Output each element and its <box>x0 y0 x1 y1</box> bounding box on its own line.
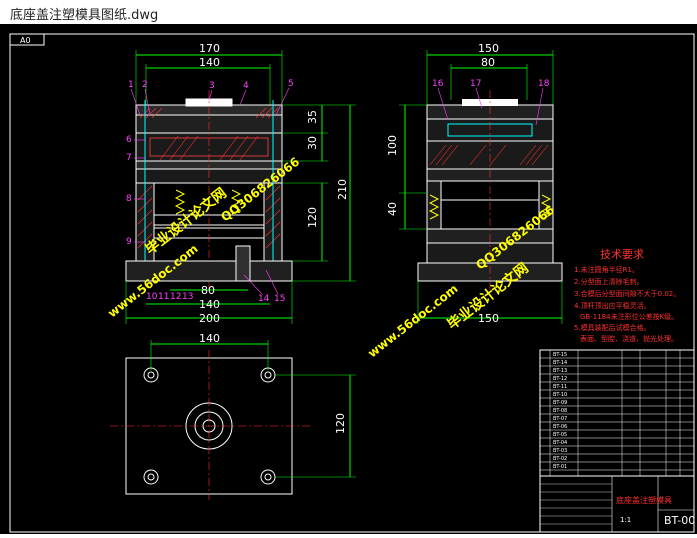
tech-line-6: 5.模具装配后试模合格。 <box>574 323 651 332</box>
dim-170: 170 <box>199 42 220 55</box>
callout-14: 14 <box>258 294 270 304</box>
watermarks: 毕业设计论文网 QQ306826066 www.56doc.com QQ3068… <box>105 154 557 360</box>
side-view: 150 80 100 40 150 16 17 18 <box>386 42 563 325</box>
callout-9: 9 <box>126 237 132 247</box>
tech-line-2: 2.分型面上清除毛刺。 <box>574 277 644 286</box>
callout-6: 6 <box>126 135 132 145</box>
tech-line-1: 1.未注圆角半径R1。 <box>574 265 639 274</box>
dim-140-top: 140 <box>199 56 220 69</box>
bom-code-1: BT-15 <box>553 352 567 358</box>
callout-4: 4 <box>243 81 249 91</box>
dim-80-side: 80 <box>481 56 495 69</box>
title-block-no: BT-00 <box>664 514 695 527</box>
bom-code-13: BT-03 <box>553 448 567 454</box>
bom-code-3: BT-13 <box>553 368 567 374</box>
dim-100: 100 <box>386 135 399 156</box>
callout-16: 16 <box>432 79 444 89</box>
bom-code-8: BT-08 <box>553 408 567 414</box>
tech-line-3: 3.合模后分型面间隙不大于0.02。 <box>574 289 680 298</box>
bom-code-10: BT-06 <box>553 424 567 430</box>
bom-code-15: BT-01 <box>553 464 567 470</box>
callout-15: 15 <box>274 294 285 304</box>
dim-210: 210 <box>336 179 349 200</box>
bom-code-4: BT-12 <box>553 376 567 382</box>
callout-12: 12 <box>170 292 181 302</box>
dim-150-bottom: 150 <box>478 312 499 325</box>
callout-5: 5 <box>288 79 294 89</box>
bom-code-2: BT-14 <box>553 360 567 366</box>
bom-code-6: BT-10 <box>553 392 567 398</box>
title-block-scale: 1:1 <box>620 516 631 524</box>
callout-3: 3 <box>209 81 215 91</box>
dim-120: 120 <box>306 207 319 228</box>
title-block-name: 底座盖注塑模具 <box>616 495 672 505</box>
dim-40: 40 <box>386 202 399 216</box>
bom-code-9: BT-07 <box>553 416 567 422</box>
dim-120-plan: 120 <box>334 413 347 434</box>
dim-200: 200 <box>199 312 220 325</box>
drawing-canvas[interactable]: A0 170 140 35 30 120 210 80 140 200 1 2 … <box>0 24 697 534</box>
tech-title: 技术要求 <box>600 248 644 261</box>
window-title: 底座盖注塑模具图纸.dwg <box>10 8 159 23</box>
dim-140-plan: 140 <box>199 332 220 345</box>
title-block: 底座盖注塑模具 1:1 BT-00 <box>539 475 695 533</box>
bom-code-11: BT-05 <box>553 432 567 438</box>
tech-requirements: 技术要求 1.未注圆角半径R1。 2.分型面上清除毛刺。 3.合模后分型面间隙不… <box>574 248 680 343</box>
tech-line-5: GB-1184未注形位公差按K级。 <box>580 312 678 321</box>
title-bar: 底座盖注塑模具图纸.dwg <box>0 0 697 25</box>
dim-80: 80 <box>201 284 215 297</box>
bom-code-5: BT-11 <box>553 384 567 390</box>
dim-150-top: 150 <box>478 42 499 55</box>
callout-1: 1 <box>128 80 134 90</box>
plan-view: 140 120 <box>110 332 356 500</box>
bom-table: BT-15 BT-14 BT-13 BT-12 BT-11 BT-10 BT-0… <box>539 349 695 477</box>
callout-18: 18 <box>538 79 550 89</box>
bom-code-7: BT-09 <box>553 400 567 406</box>
callout-7: 7 <box>126 153 132 163</box>
callout-17: 17 <box>470 79 481 89</box>
callout-11: 11 <box>158 292 169 302</box>
dim-30: 30 <box>306 136 319 150</box>
bom-code-14: BT-02 <box>553 456 567 462</box>
callout-13: 13 <box>182 292 193 302</box>
dim-35: 35 <box>306 110 319 124</box>
cad-drawing: A0 170 140 35 30 120 210 80 140 200 1 2 … <box>9 33 695 533</box>
callout-8: 8 <box>126 194 132 204</box>
bom-code-12: BT-04 <box>553 440 567 446</box>
tech-line-7: 表面、型腔、浇道、抛光处理。 <box>580 334 678 343</box>
dim-140-bottom: 140 <box>199 298 220 311</box>
sheet-tag: A0 <box>20 36 31 45</box>
callout-2: 2 <box>142 80 148 90</box>
tech-line-4: 4.顶杆顶出应平稳灵活。 <box>574 301 651 310</box>
